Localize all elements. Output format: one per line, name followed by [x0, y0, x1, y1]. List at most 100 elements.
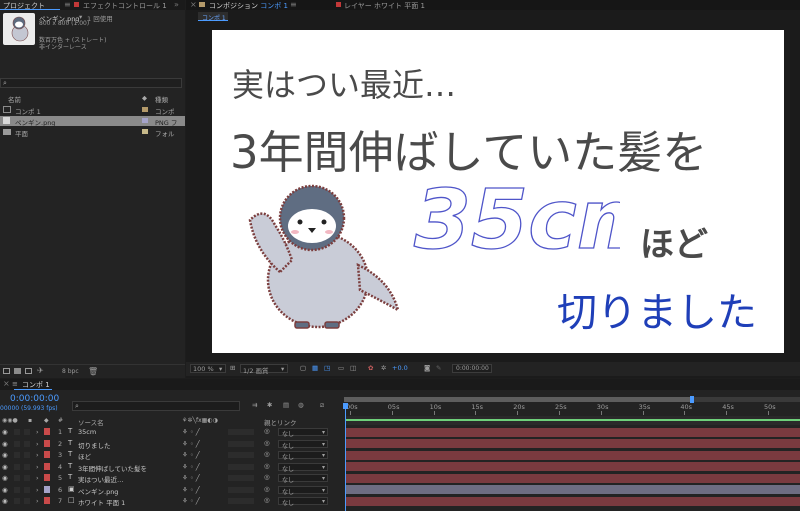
- audio-toggle[interactable]: [14, 486, 20, 493]
- layer-duration-bar[interactable]: [346, 450, 800, 460]
- panel-expand-icon[interactable]: »: [174, 0, 179, 9]
- pickwhip-icon[interactable]: ◎: [264, 450, 270, 458]
- audio-toggle[interactable]: [14, 452, 20, 458]
- render-icon[interactable]: ✈: [37, 366, 44, 375]
- layer-label-color[interactable]: [44, 474, 50, 481]
- layer-label-color[interactable]: [44, 439, 50, 447]
- layer-duration-bar[interactable]: [346, 473, 800, 483]
- visibility-eye-icon[interactable]: ◉: [2, 486, 8, 494]
- layer-label-color[interactable]: [44, 451, 50, 458]
- new-folder-icon[interactable]: [14, 368, 21, 374]
- parent-dropdown[interactable]: なし ▾: [278, 497, 328, 507]
- layer-name[interactable]: ペンギン.png: [78, 486, 118, 496]
- parent-dropdown[interactable]: なし ▾: [278, 439, 328, 450]
- exposure-value[interactable]: +0.0: [392, 364, 408, 372]
- layer-switches-icon[interactable]: ⚘ ◦ ╱: [182, 497, 200, 505]
- expand-chevron-icon[interactable]: ›: [36, 486, 39, 494]
- parent-dropdown[interactable]: なし ▾: [278, 451, 328, 461]
- audio-toggle[interactable]: [14, 429, 20, 435]
- layer-name[interactable]: 3年間伸ばしていた髪を: [78, 463, 147, 473]
- view-options-icon[interactable]: ⊞: [230, 364, 235, 372]
- project-item-comp[interactable]: コンポ 1 コンポ: [0, 105, 185, 116]
- graph-editor-icon[interactable]: ⧄: [320, 401, 324, 410]
- layer-name[interactable]: 切りました: [78, 440, 111, 450]
- column-source-name[interactable]: ソース名: [78, 417, 104, 427]
- work-area-end-handle[interactable]: [690, 396, 694, 403]
- layer-switch-boxes[interactable]: [228, 440, 254, 447]
- menu-icon[interactable]: ≡: [64, 0, 71, 9]
- audio-toggle[interactable]: [14, 463, 20, 470]
- expand-chevron-icon[interactable]: ›: [36, 451, 39, 459]
- layer-duration-bar[interactable]: [346, 427, 800, 437]
- solo-toggle[interactable]: [24, 475, 30, 481]
- comp-mini-flowchart-icon[interactable]: ⇉: [252, 401, 257, 409]
- color-channel-icon[interactable]: ✿: [368, 364, 373, 372]
- layer-row[interactable]: ◉ › 2 T 切りました ⚘ ◦ ╱ ◎ なし ▾: [0, 439, 340, 450]
- solo-toggle[interactable]: [24, 440, 30, 447]
- zoom-dropdown[interactable]: 100 % ▾: [190, 364, 226, 373]
- label-color-swatch[interactable]: [142, 107, 148, 112]
- transparency-grid-icon[interactable]: ▦: [312, 364, 318, 372]
- label-color-swatch[interactable]: [142, 129, 148, 134]
- draft-3d-icon[interactable]: ✱: [267, 401, 272, 409]
- pickwhip-icon[interactable]: ◎: [264, 473, 270, 481]
- layout-icon[interactable]: ◫: [350, 364, 356, 372]
- expand-chevron-icon[interactable]: ›: [36, 440, 39, 448]
- close-icon[interactable]: ×: [190, 0, 197, 9]
- layer-label-color[interactable]: [44, 485, 50, 493]
- layer-switches-icon[interactable]: ⚘ ◦ ╱: [182, 428, 200, 436]
- layer-label-color[interactable]: [44, 462, 50, 470]
- parent-dropdown[interactable]: なし ▾: [278, 474, 328, 484]
- current-timecode[interactable]: 0:00:00:00: [10, 394, 59, 404]
- work-area-range[interactable]: [344, 397, 692, 402]
- layer-switches-icon[interactable]: ⚘ ◦ ╱: [182, 463, 200, 471]
- expand-chevron-icon[interactable]: ›: [36, 463, 39, 471]
- layer-duration-bar[interactable]: [346, 439, 800, 448]
- trash-icon[interactable]: 🗑: [88, 367, 98, 376]
- layer-name[interactable]: ホワイト 平面 1: [78, 497, 125, 507]
- audio-toggle[interactable]: [14, 440, 20, 447]
- layer-switch-boxes[interactable]: [228, 475, 254, 481]
- parent-dropdown[interactable]: なし ▾: [278, 485, 328, 496]
- pickwhip-icon[interactable]: ◎: [264, 439, 270, 447]
- solo-toggle[interactable]: [24, 463, 30, 470]
- layer-row[interactable]: ◉ › 7 □ ホワイト 平面 1 ⚘ ◦ ╱ ◎ なし ▾: [0, 496, 340, 507]
- expand-chevron-icon[interactable]: ›: [36, 428, 39, 436]
- show-snapshot-icon[interactable]: ✎: [436, 364, 441, 372]
- layer-row[interactable]: ◉ › 3 T ほど ⚘ ◦ ╱ ◎ なし ▾: [0, 450, 340, 461]
- snapshot-icon[interactable]: ◙: [424, 364, 430, 372]
- layer-search-input[interactable]: ⌕: [72, 401, 240, 411]
- solo-toggle[interactable]: [24, 486, 30, 493]
- pickwhip-icon[interactable]: ◎: [264, 496, 270, 504]
- layer-row[interactable]: ◉ › 6 ▣ ペンギン.png ⚘ ◦ ╱ ◎ なし ▾: [0, 485, 340, 496]
- visibility-eye-icon[interactable]: ◉: [2, 463, 8, 471]
- layer-switch-boxes[interactable]: [228, 452, 254, 458]
- bpc-label[interactable]: 8 bpc: [62, 368, 79, 375]
- time-ruler[interactable]: 00s 05s 10s 15s 20s 25s 30s 35s 40s 45s 50s: [344, 403, 800, 415]
- timecode-field[interactable]: 0:00:00:00: [452, 364, 492, 373]
- pickwhip-icon[interactable]: ◎: [264, 485, 270, 493]
- label-color-swatch[interactable]: [142, 118, 148, 123]
- layer-switch-boxes[interactable]: [228, 486, 254, 493]
- visibility-eye-icon[interactable]: ◉: [2, 451, 8, 459]
- project-item-png[interactable]: ペンギン.png PNG フ: [0, 116, 185, 127]
- project-search-input[interactable]: ⌕: [0, 78, 182, 88]
- layer-row[interactable]: ◉ › 1 T 35cm ⚘ ◦ ╱ ◎ なし ▾: [0, 427, 340, 438]
- comp-canvas[interactable]: 実はつい最近… 3年間伸ばしていた髪を 35cm ほど 切りました: [212, 30, 784, 353]
- layer-row[interactable]: ◉ › 4 T 3年間伸ばしていた髪を ⚘ ◦ ╱ ◎ なし ▾: [0, 462, 340, 473]
- solo-toggle[interactable]: [24, 498, 30, 504]
- audio-toggle[interactable]: [14, 475, 20, 481]
- mask-icon[interactable]: ◳: [324, 364, 330, 372]
- project-item-folder[interactable]: 平面 フォル: [0, 127, 185, 138]
- column-parent-link[interactable]: 親とリンク: [264, 417, 297, 427]
- pickwhip-icon[interactable]: ◎: [264, 462, 270, 470]
- expand-chevron-icon[interactable]: ›: [36, 497, 39, 505]
- tab-project[interactable]: プロジェクト: [0, 0, 60, 10]
- layer-duration-bar[interactable]: [346, 462, 800, 471]
- layer-name[interactable]: 実はつい最近…: [78, 474, 124, 484]
- work-area-bar[interactable]: [344, 396, 800, 403]
- tab-effect-controls[interactable]: エフェクトコントロール 1: [83, 1, 167, 11]
- visibility-eye-icon[interactable]: ◉: [2, 497, 8, 505]
- pickwhip-icon[interactable]: ◎: [264, 427, 270, 435]
- layer-switch-boxes[interactable]: [228, 498, 254, 504]
